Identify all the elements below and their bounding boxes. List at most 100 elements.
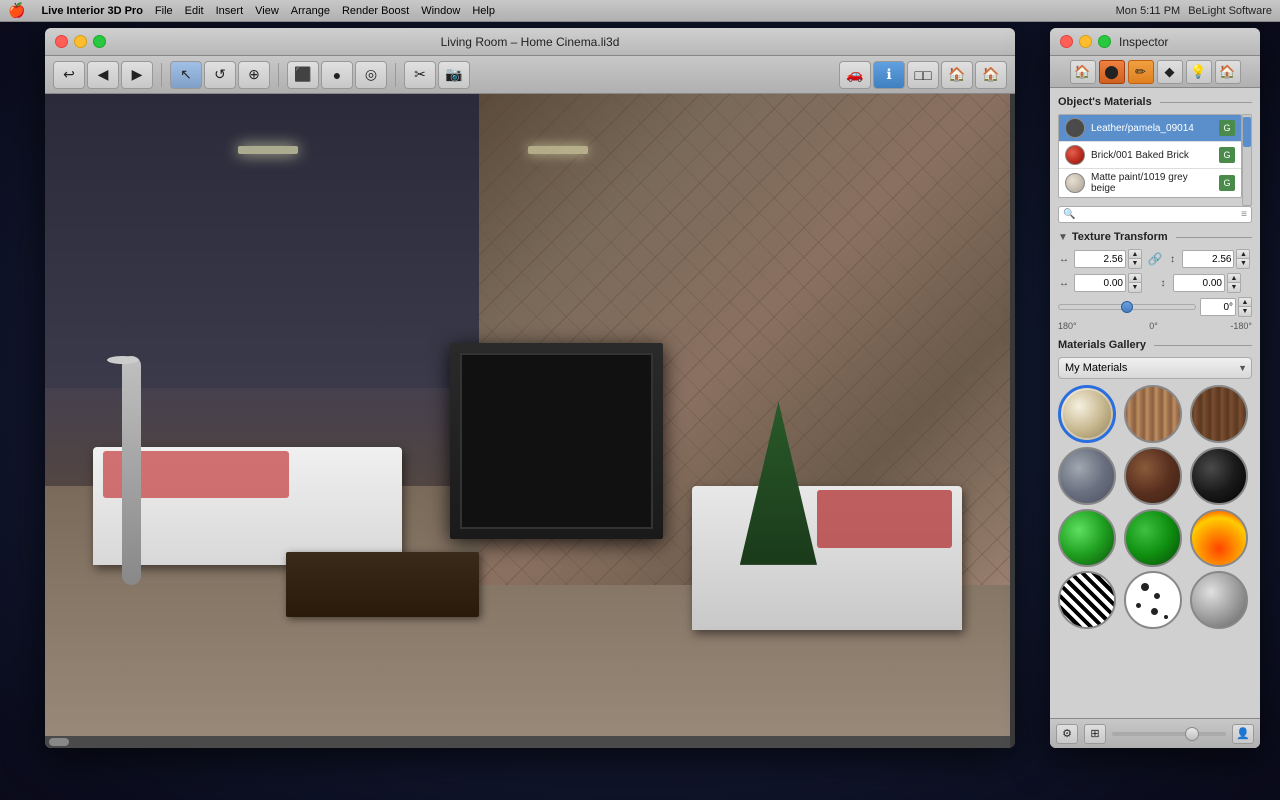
gallery-item-5[interactable]	[1190, 447, 1248, 505]
gallery-dropdown-wrapper: My Materials All Materials Favorites ▼	[1058, 357, 1252, 379]
apple-menu[interactable]: 🍎	[8, 2, 25, 19]
tab-light[interactable]: 💡	[1186, 60, 1212, 84]
mode2-btn[interactable]: ●	[321, 61, 353, 89]
gallery-grid	[1058, 385, 1252, 629]
mode-group: ⬛ ● ◎	[287, 61, 387, 89]
inspector-close[interactable]	[1060, 35, 1073, 48]
main-window: Living Room – Home Cinema.li3d ↩ ◀ ▶ ↖ ↺…	[45, 28, 1015, 748]
mode1-btn[interactable]: ⬛	[287, 61, 319, 89]
scissors-btn[interactable]: ✂	[404, 61, 436, 89]
angle-down[interactable]: ▼	[1239, 307, 1251, 316]
gallery-item-4[interactable]	[1124, 447, 1182, 505]
gallery-item-10[interactable]	[1124, 571, 1182, 629]
layout1-btn[interactable]: □□	[907, 61, 939, 89]
size-slider[interactable]	[1112, 732, 1226, 736]
room-btn[interactable]: 🏠	[975, 61, 1007, 89]
angle-up[interactable]: ▲	[1239, 298, 1251, 307]
gallery-item-9[interactable]	[1058, 571, 1116, 629]
menu-arrange[interactable]: Arrange	[291, 5, 330, 17]
material-item-2[interactable]: Matte paint/1019 grey beige G	[1059, 169, 1241, 197]
material-name-2: Matte paint/1019 grey beige	[1091, 172, 1213, 194]
viewport-scrollbar[interactable]	[45, 736, 1010, 748]
scale-y-input[interactable]	[1182, 250, 1234, 268]
offset-y-input[interactable]	[1173, 274, 1225, 292]
scrollbar-thumb[interactable]	[49, 738, 69, 746]
menu-render-boost[interactable]: Render Boost	[342, 5, 409, 17]
next-btn[interactable]: ▶	[121, 61, 153, 89]
gallery-item-0[interactable]	[1058, 385, 1116, 443]
car-btn[interactable]: 🚗	[839, 61, 871, 89]
gallery-item-1[interactable]	[1124, 385, 1182, 443]
scale-y-group: ▲ ▼	[1182, 249, 1252, 269]
link-icon[interactable]: 🔗	[1148, 252, 1163, 266]
grid-btn[interactable]: ⊞	[1084, 724, 1106, 744]
materials-scrollbar[interactable]	[1242, 114, 1252, 206]
person-btn[interactable]: 👤	[1232, 724, 1254, 744]
menu-window[interactable]: Window	[421, 5, 460, 17]
move-btn[interactable]: ⊕	[238, 61, 270, 89]
back-btn[interactable]: ↩	[53, 61, 85, 89]
tab-edit[interactable]: ✏	[1128, 60, 1154, 84]
material-item-1[interactable]: Brick/001 Baked Brick G	[1059, 142, 1241, 169]
angle-slider-track[interactable]	[1058, 304, 1196, 310]
search-input[interactable]	[1079, 209, 1237, 220]
mode3-btn[interactable]: ◎	[355, 61, 387, 89]
scale-x-down[interactable]: ▼	[1129, 259, 1141, 268]
offset-y-up[interactable]: ▲	[1228, 274, 1240, 283]
rotate-btn[interactable]: ↺	[204, 61, 236, 89]
minimize-button[interactable]	[74, 35, 87, 48]
menu-help[interactable]: Help	[472, 5, 495, 17]
gallery-item-2[interactable]	[1190, 385, 1248, 443]
window-title: Living Room – Home Cinema.li3d	[441, 35, 620, 49]
inspector-maximize[interactable]	[1098, 35, 1111, 48]
menu-app[interactable]: Live Interior 3D Pro	[41, 5, 142, 17]
offset-x-input[interactable]	[1074, 274, 1126, 292]
tab-sphere[interactable]: ⬤	[1099, 60, 1125, 84]
tab-house[interactable]: 🏠	[1070, 60, 1096, 84]
offset-x-up[interactable]: ▲	[1129, 274, 1141, 283]
menu-file[interactable]: File	[155, 5, 173, 17]
select-btn[interactable]: ↖	[170, 61, 202, 89]
search-menu-icon[interactable]: ≡	[1241, 209, 1247, 220]
angle-slider-thumb[interactable]	[1121, 301, 1133, 313]
tab-room[interactable]: 🏠	[1215, 60, 1241, 84]
inspector-content: Object's Materials Leather/pamela_09014 …	[1050, 88, 1260, 645]
offset-x-down[interactable]: ▼	[1129, 283, 1141, 292]
menu-insert[interactable]: Insert	[216, 5, 244, 17]
size-slider-thumb[interactable]	[1185, 727, 1199, 741]
settings-btn[interactable]: ⚙	[1056, 724, 1078, 744]
collapse-arrow[interactable]: ▼	[1058, 232, 1068, 243]
scale-x-input[interactable]	[1074, 250, 1126, 268]
offset-x-stepper[interactable]: ▲ ▼	[1128, 273, 1142, 293]
scale-x-up[interactable]: ▲	[1129, 250, 1141, 259]
scale-x-stepper[interactable]: ▲ ▼	[1128, 249, 1142, 269]
angle-stepper[interactable]: ▲ ▼	[1238, 297, 1252, 317]
gallery-item-6[interactable]	[1058, 509, 1116, 567]
gallery-item-3[interactable]	[1058, 447, 1116, 505]
house-btn[interactable]: 🏠	[941, 61, 973, 89]
material-item-0[interactable]: Leather/pamela_09014 G	[1059, 115, 1241, 142]
close-button[interactable]	[55, 35, 68, 48]
scale-y-stepper[interactable]: ▲ ▼	[1236, 249, 1250, 269]
tab-diamond[interactable]: ◆	[1157, 60, 1183, 84]
inspector-minimize[interactable]	[1079, 35, 1092, 48]
camera-btn[interactable]: 📷	[438, 61, 470, 89]
gallery-item-7[interactable]	[1124, 509, 1182, 567]
info-btn[interactable]: ℹ	[873, 61, 905, 89]
angle-row: ▲ ▼	[1058, 297, 1252, 317]
scale-y-up[interactable]: ▲	[1237, 250, 1249, 259]
scale-y-down[interactable]: ▼	[1237, 259, 1249, 268]
menu-edit[interactable]: Edit	[185, 5, 204, 17]
objects-materials-header: Object's Materials	[1058, 96, 1252, 108]
offset-y-stepper[interactable]: ▲ ▼	[1227, 273, 1241, 293]
prev-btn[interactable]: ◀	[87, 61, 119, 89]
menu-view[interactable]: View	[255, 5, 279, 17]
gallery-dropdown[interactable]: My Materials All Materials Favorites	[1058, 357, 1252, 379]
gallery-item-11[interactable]	[1190, 571, 1248, 629]
angle-input[interactable]	[1200, 298, 1236, 316]
gallery-item-8[interactable]	[1190, 509, 1248, 567]
viewport[interactable]	[45, 94, 1010, 748]
search-bar: 🔍 ≡	[1058, 206, 1252, 223]
maximize-button[interactable]	[93, 35, 106, 48]
offset-y-down[interactable]: ▼	[1228, 283, 1240, 292]
